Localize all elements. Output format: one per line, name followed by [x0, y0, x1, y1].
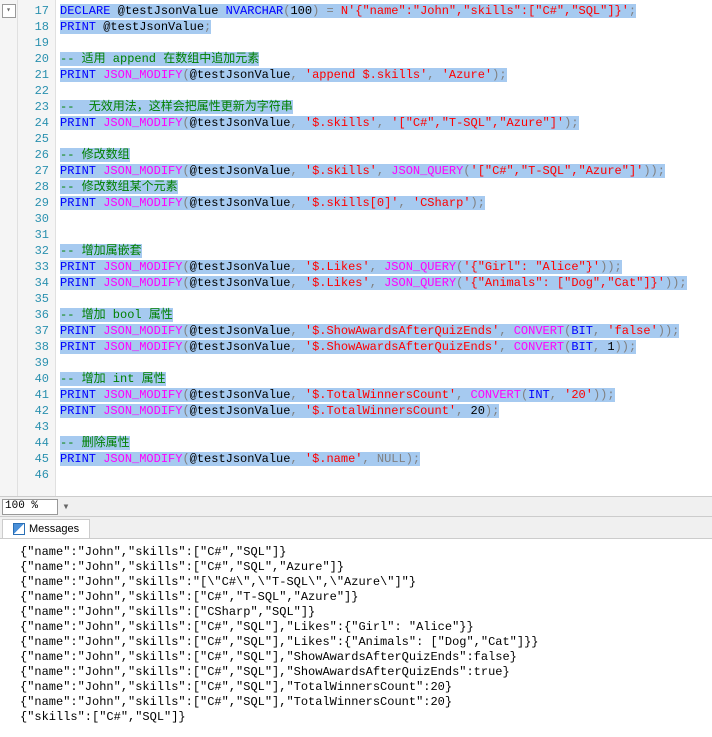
line-number: 21: [18, 67, 49, 83]
code-line[interactable]: PRINT JSON_MODIFY(@testJsonValue, '$.Lik…: [60, 275, 712, 291]
code-line[interactable]: -- 修改数组某个元素: [60, 179, 712, 195]
code-line[interactable]: -- 增加 int 属性: [60, 371, 712, 387]
line-number: 43: [18, 419, 49, 435]
zoom-bar: 100 % ▾: [0, 497, 712, 517]
code-line[interactable]: [60, 467, 712, 483]
line-number: 31: [18, 227, 49, 243]
message-line: {"name":"John","skills":["C#","SQL","Azu…: [20, 560, 702, 575]
line-number: 28: [18, 179, 49, 195]
code-line[interactable]: [60, 355, 712, 371]
code-line[interactable]: PRINT JSON_MODIFY(@testJsonValue, '$.ski…: [60, 115, 712, 131]
messages-output[interactable]: {"name":"John","skills":["C#","SQL"]}{"n…: [0, 539, 712, 731]
breakpoint-gutter[interactable]: ▾: [0, 0, 18, 496]
code-line[interactable]: [60, 419, 712, 435]
message-line: {"name":"John","skills":["C#","SQL"],"Li…: [20, 620, 702, 635]
line-number: 35: [18, 291, 49, 307]
message-line: {"skills":["C#","SQL"]}: [20, 710, 702, 725]
code-line[interactable]: -- 增加属嵌套: [60, 243, 712, 259]
code-line[interactable]: [60, 291, 712, 307]
code-editor[interactable]: DECLARE @testJsonValue NVARCHAR(100) = N…: [56, 0, 712, 496]
line-number: 30: [18, 211, 49, 227]
code-line[interactable]: [60, 83, 712, 99]
line-number: 24: [18, 115, 49, 131]
code-line[interactable]: [60, 35, 712, 51]
line-number: 37: [18, 323, 49, 339]
code-line[interactable]: PRINT JSON_MODIFY(@testJsonValue, '$.ski…: [60, 163, 712, 179]
code-line[interactable]: PRINT @testJsonValue;: [60, 19, 712, 35]
message-line: {"name":"John","skills":["C#","T-SQL","A…: [20, 590, 702, 605]
line-number: 44: [18, 435, 49, 451]
code-line[interactable]: PRINT JSON_MODIFY(@testJsonValue, '$.ski…: [60, 195, 712, 211]
line-number: 20: [18, 51, 49, 67]
line-number: 38: [18, 339, 49, 355]
message-line: {"name":"John","skills":["C#","SQL"],"Sh…: [20, 665, 702, 680]
zoom-select[interactable]: 100 %: [2, 499, 58, 515]
message-line: {"name":"John","skills":["CSharp","SQL"]…: [20, 605, 702, 620]
message-line: {"name":"John","skills":"[\"C#\",\"T-SQL…: [20, 575, 702, 590]
code-line[interactable]: PRINT JSON_MODIFY(@testJsonValue, '$.Sho…: [60, 323, 712, 339]
line-number: 32: [18, 243, 49, 259]
message-line: {"name":"John","skills":["C#","SQL"],"To…: [20, 695, 702, 710]
code-line[interactable]: -- 无效用法，这样会把属性更新为字符串: [60, 99, 712, 115]
line-number: 18: [18, 19, 49, 35]
code-line[interactable]: [60, 131, 712, 147]
tab-label: Messages: [29, 523, 79, 535]
line-number: 19: [18, 35, 49, 51]
messages-icon: [13, 523, 25, 535]
line-number: 34: [18, 275, 49, 291]
code-line[interactable]: DECLARE @testJsonValue NVARCHAR(100) = N…: [60, 3, 712, 19]
message-line: {"name":"John","skills":["C#","SQL"],"Sh…: [20, 650, 702, 665]
line-number: 25: [18, 131, 49, 147]
code-line[interactable]: -- 删除属性: [60, 435, 712, 451]
line-number-gutter: 1718192021222324252627282930313233343536…: [18, 0, 56, 496]
line-number: 26: [18, 147, 49, 163]
code-line[interactable]: [60, 211, 712, 227]
code-line[interactable]: [60, 227, 712, 243]
line-number: 42: [18, 403, 49, 419]
execution-indicator-icon: ▾: [2, 4, 16, 18]
line-number: 33: [18, 259, 49, 275]
code-line[interactable]: -- 增加 bool 属性: [60, 307, 712, 323]
zoom-dropdown-icon[interactable]: ▾: [60, 499, 72, 515]
code-line[interactable]: PRINT JSON_MODIFY(@testJsonValue, '$.Sho…: [60, 339, 712, 355]
message-line: {"name":"John","skills":["C#","SQL"],"To…: [20, 680, 702, 695]
line-number: 45: [18, 451, 49, 467]
message-line: {"name":"John","skills":["C#","SQL"]}: [20, 545, 702, 560]
tab-messages[interactable]: Messages: [2, 519, 90, 538]
line-number: 27: [18, 163, 49, 179]
editor-pane: ▾ 17181920212223242526272829303132333435…: [0, 0, 712, 497]
code-line[interactable]: PRINT JSON_MODIFY(@testJsonValue, 'appen…: [60, 67, 712, 83]
code-line[interactable]: PRINT JSON_MODIFY(@testJsonValue, '$.Tot…: [60, 387, 712, 403]
code-line[interactable]: -- 适用 append 在数组中追加元素: [60, 51, 712, 67]
results-tabs: Messages: [0, 517, 712, 539]
code-line[interactable]: PRINT JSON_MODIFY(@testJsonValue, '$.Tot…: [60, 403, 712, 419]
code-line[interactable]: -- 修改数组: [60, 147, 712, 163]
line-number: 17: [18, 3, 49, 19]
line-number: 23: [18, 99, 49, 115]
line-number: 41: [18, 387, 49, 403]
line-number: 46: [18, 467, 49, 483]
code-line[interactable]: PRINT JSON_MODIFY(@testJsonValue, '$.nam…: [60, 451, 712, 467]
line-number: 29: [18, 195, 49, 211]
line-number: 22: [18, 83, 49, 99]
line-number: 40: [18, 371, 49, 387]
line-number: 39: [18, 355, 49, 371]
message-line: {"name":"John","skills":["C#","SQL"],"Li…: [20, 635, 702, 650]
line-number: 36: [18, 307, 49, 323]
code-line[interactable]: PRINT JSON_MODIFY(@testJsonValue, '$.Lik…: [60, 259, 712, 275]
